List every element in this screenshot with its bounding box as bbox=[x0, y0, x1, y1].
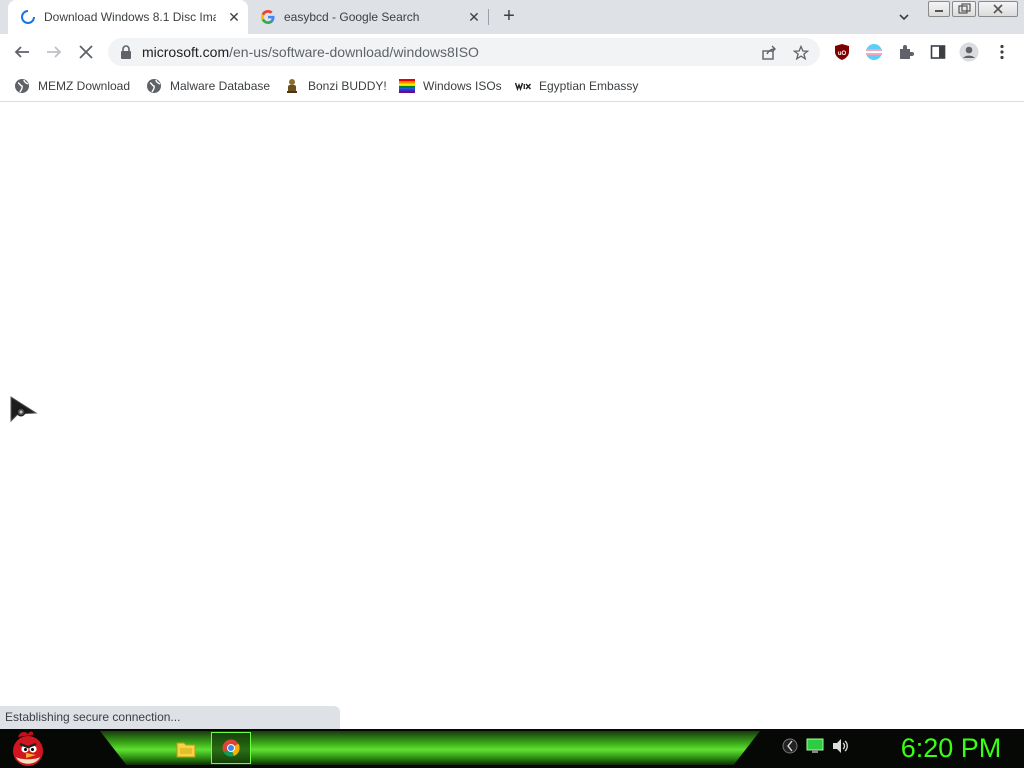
pride-extension-icon[interactable] bbox=[864, 42, 884, 62]
network-icon[interactable] bbox=[806, 738, 824, 759]
page-content[interactable] bbox=[0, 103, 1024, 729]
chevron-down-icon[interactable] bbox=[896, 9, 912, 25]
status-bubble: Establishing secure connection... bbox=[0, 706, 340, 729]
chrome-icon bbox=[222, 739, 240, 757]
volume-icon[interactable] bbox=[832, 738, 850, 759]
angry-bird-icon bbox=[13, 731, 43, 766]
close-window-button[interactable] bbox=[978, 1, 1018, 17]
system-tray bbox=[782, 735, 850, 761]
tab-close-icon[interactable]: ✕ bbox=[226, 9, 242, 25]
tab-windows-download[interactable]: Download Windows 8.1 Disc Ima ✕ bbox=[8, 0, 248, 34]
bookmarks-bar: MEMZ Download Malware Database Bonzi BUD… bbox=[0, 70, 1024, 102]
new-tab-button[interactable]: + bbox=[498, 6, 520, 28]
menu-kebab-icon[interactable] bbox=[992, 42, 1012, 62]
bookmark-label: Egyptian Embassy bbox=[539, 79, 639, 93]
bookmark-star-icon[interactable] bbox=[792, 44, 810, 62]
google-icon bbox=[260, 9, 276, 25]
bookmark-label: Malware Database bbox=[170, 79, 271, 93]
start-button[interactable] bbox=[6, 729, 50, 768]
mouse-cursor-icon bbox=[10, 396, 38, 423]
app-tray-icon[interactable] bbox=[782, 738, 798, 759]
bookmark-bonzi-buddy[interactable]: Bonzi BUDDY! bbox=[284, 76, 387, 96]
url-host: microsoft.com bbox=[142, 44, 230, 60]
address-bar[interactable]: microsoft.com/en-us/software-download/wi… bbox=[108, 38, 820, 66]
chrome-taskbar-button[interactable] bbox=[211, 732, 251, 764]
bonzi-icon bbox=[284, 78, 300, 94]
tab-strip: Download Windows 8.1 Disc Ima ✕ easybcd … bbox=[0, 0, 1024, 34]
bookmark-malware-database[interactable]: Malware Database bbox=[146, 76, 270, 96]
globe-icon bbox=[146, 78, 162, 94]
tab-close-icon[interactable]: ✕ bbox=[466, 9, 482, 25]
taskbar-clock[interactable]: 6:20 PM bbox=[878, 731, 1024, 766]
taskbar: 6:20 PM bbox=[0, 729, 1024, 768]
bookmark-memz-download[interactable]: MEMZ Download bbox=[14, 76, 130, 96]
bookmark-windows-isos[interactable]: Windows ISOs bbox=[399, 76, 502, 96]
bookmark-label: Windows ISOs bbox=[423, 79, 502, 93]
wix-icon bbox=[515, 78, 531, 94]
browser-window: Download Windows 8.1 Disc Ima ✕ easybcd … bbox=[0, 0, 1024, 729]
bookmark-label: MEMZ Download bbox=[38, 79, 131, 93]
share-icon[interactable] bbox=[760, 44, 778, 62]
profile-avatar-icon[interactable] bbox=[959, 42, 979, 62]
back-button[interactable] bbox=[12, 42, 32, 62]
lock-icon[interactable] bbox=[120, 45, 132, 59]
url-path: /en-us/software-download/windows8ISO bbox=[229, 44, 479, 60]
tab-separator bbox=[488, 9, 489, 25]
globe-icon bbox=[14, 78, 30, 94]
svg-text:uO: uO bbox=[838, 51, 847, 57]
tab-title: easybcd - Google Search bbox=[284, 10, 420, 24]
browser-toolbar: microsoft.com/en-us/software-download/wi… bbox=[0, 34, 1024, 70]
rainbow-flag-icon bbox=[399, 78, 415, 94]
file-explorer-taskbar-button[interactable] bbox=[168, 734, 204, 764]
loading-spinner-icon bbox=[20, 9, 36, 25]
bookmark-egyptian-embassy[interactable]: Egyptian Embassy bbox=[515, 76, 638, 96]
forward-button[interactable] bbox=[44, 42, 64, 62]
tab-title: Download Windows 8.1 Disc Ima bbox=[44, 10, 216, 24]
stop-loading-button[interactable] bbox=[76, 42, 96, 62]
ublock-origin-icon[interactable]: uO bbox=[832, 42, 852, 62]
folder-icon bbox=[176, 742, 196, 758]
side-panel-icon[interactable] bbox=[928, 42, 948, 62]
tab-easybcd-search[interactable]: easybcd - Google Search ✕ bbox=[248, 0, 488, 34]
bookmark-label: Bonzi BUDDY! bbox=[308, 79, 387, 93]
url-text[interactable]: microsoft.com/en-us/software-download/wi… bbox=[142, 44, 479, 60]
restore-button[interactable] bbox=[952, 1, 976, 17]
minimize-button[interactable] bbox=[928, 1, 950, 17]
puzzle-piece-icon[interactable] bbox=[896, 42, 916, 62]
